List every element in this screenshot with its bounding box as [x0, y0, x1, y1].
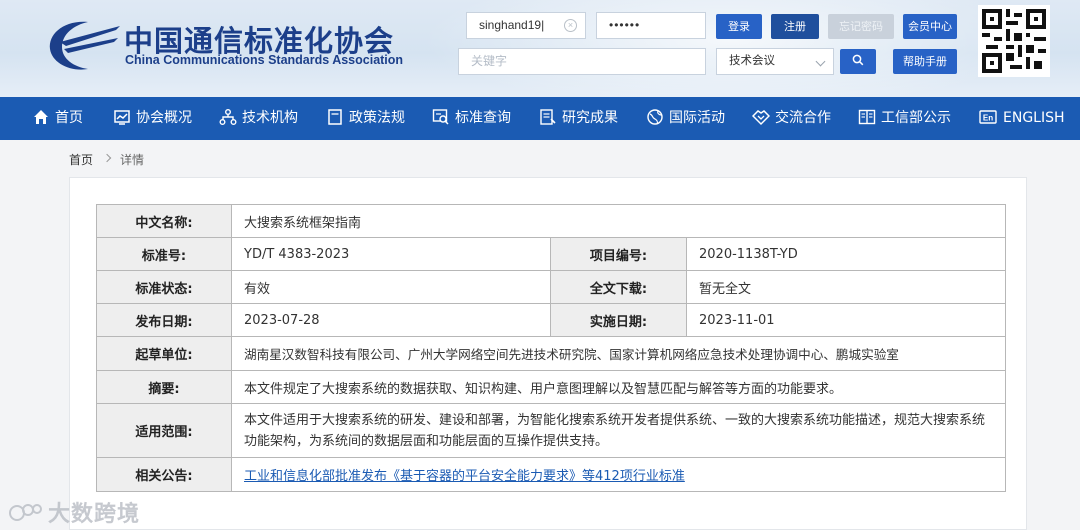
nav-label: 工信部公示: [881, 110, 951, 126]
nav-item-policy[interactable]: 政策法规: [326, 97, 405, 140]
search-button[interactable]: [840, 49, 876, 74]
nav-item-english[interactable]: En ENGLISH: [978, 97, 1065, 140]
watermark-text: 大数跨境: [48, 502, 141, 527]
member-center-button[interactable]: 会员中心: [903, 14, 957, 39]
std-no-value: YD/T 4383-2023: [231, 237, 551, 271]
scope-label: 适用范围:: [96, 403, 232, 458]
implement-date-value: 2023-11-01: [685, 303, 1007, 337]
book-icon: [858, 109, 876, 125]
abstract-value: 本文件规定了大搜索系统的数据获取、知识构建、用户意图理解以及智慧匹配与解答等方面…: [230, 370, 1007, 404]
research-icon: [540, 109, 556, 125]
breadcrumb-current: 详情: [120, 153, 145, 167]
main-nav: 首页 协会概况 技术机构 政策法规 标准查询 研究成果 国际活动 交流合作 工信…: [0, 97, 1080, 140]
table-row: 起草单位: 湖南星汉数智科技有限公司、广州大学网络空间先进技术研究院、国家计算机…: [96, 336, 1007, 371]
publish-date-label: 发布日期:: [96, 303, 232, 337]
search-doc-icon: [432, 109, 449, 125]
category-select[interactable]: 技术会议: [716, 48, 834, 75]
implement-date-label: 实施日期:: [550, 303, 687, 337]
chart-icon: [114, 110, 130, 125]
scope-value: 本文件适用于大搜索系统的研发、建设和部署，为智能化搜索系统开发者提供系统、一致的…: [230, 403, 1007, 458]
breadcrumb-separator-icon: [102, 153, 112, 163]
nav-label: 交流合作: [775, 110, 831, 126]
project-no-value: 2020-1138T-YD: [685, 237, 1007, 271]
name-value: 大搜索系统框架指南: [230, 204, 1007, 238]
home-icon: [34, 110, 48, 124]
nav-label: ENGLISH: [1003, 110, 1065, 126]
download-label: 全文下载:: [550, 270, 687, 304]
en-icon: En: [979, 110, 997, 124]
ccsa-logo-icon: [49, 21, 120, 70]
password-input[interactable]: ••••••: [596, 12, 706, 39]
abstract-label: 摘要:: [96, 370, 232, 404]
table-row: 发布日期: 2023-07-28 实施日期: 2023-11-01: [96, 303, 1007, 337]
site-logo[interactable]: 中国通信标准化协会 China Communications Standards…: [44, 14, 403, 76]
nav-item-international[interactable]: 国际活动: [646, 97, 725, 140]
nav-label: 研究成果: [562, 110, 618, 126]
name-label: 中文名称:: [96, 204, 232, 238]
table-row: 中文名称: 大搜索系统框架指南: [96, 204, 1007, 238]
status-value: 有效: [231, 270, 551, 304]
globe-icon: [647, 109, 663, 125]
table-row: 标准状态: 有效 全文下载: 暂无全文: [96, 270, 1007, 304]
site-name-en: China Communications Standards Associati…: [125, 53, 404, 67]
nav-label: 国际活动: [669, 110, 725, 126]
watermark-logo-icon: [9, 504, 42, 521]
site-header: 中国通信标准化协会 China Communications Standards…: [0, 0, 1080, 97]
keyword-search-input[interactable]: 关键字: [458, 48, 706, 75]
notice-cell: 工业和信息化部批准发布《基于容器的平台安全能力要求》等412项行业标准: [230, 457, 1007, 492]
username-value: singhand19: [479, 18, 542, 32]
nav-item-standards[interactable]: 标准查询: [432, 97, 511, 140]
notice-label: 相关公告:: [96, 457, 232, 492]
register-button[interactable]: 注册: [771, 14, 819, 39]
nav-item-home[interactable]: 首页: [32, 97, 83, 140]
search-icon: [852, 54, 864, 66]
table-row: 摘要: 本文件规定了大搜索系统的数据获取、知识构建、用户意图理解以及智慧匹配与解…: [96, 370, 1007, 404]
std-no-label: 标准号:: [96, 237, 232, 271]
nav-label: 技术机构: [242, 110, 298, 126]
nav-item-about[interactable]: 协会概况: [113, 97, 192, 140]
username-input[interactable]: singhand19| ×: [466, 12, 586, 39]
nav-label: 标准查询: [455, 110, 511, 126]
doc-icon: [328, 109, 342, 125]
nav-item-miit[interactable]: 工信部公示: [858, 97, 951, 140]
drafter-label: 起草单位:: [96, 336, 232, 371]
clear-icon[interactable]: ×: [564, 19, 577, 32]
handshake-icon: [752, 110, 770, 126]
table-row: 相关公告: 工业和信息化部批准发布《基于容器的平台安全能力要求》等412项行业标…: [96, 457, 1007, 492]
publish-date-value: 2023-07-28: [231, 303, 551, 337]
nav-item-research[interactable]: 研究成果: [539, 97, 618, 140]
download-value: 暂无全文: [685, 270, 1007, 304]
org-icon: [219, 109, 237, 125]
table-row: 适用范围: 本文件适用于大搜索系统的研发、建设和部署，为智能化搜索系统开发者提供…: [96, 403, 1007, 458]
chevron-down-icon: [815, 56, 826, 67]
svg-text:En: En: [983, 114, 993, 123]
category-selected: 技术会议: [729, 55, 775, 67]
watermark: 大数跨境: [8, 496, 140, 528]
drafter-value: 湖南星汉数智科技有限公司、广州大学网络空间先进技术研究院、国家计算机网络应急技术…: [230, 336, 1007, 371]
nav-item-cooperation[interactable]: 交流合作: [752, 97, 831, 140]
project-no-label: 项目编号:: [550, 237, 687, 271]
nav-label: 协会概况: [136, 110, 192, 126]
status-label: 标准状态:: [96, 270, 232, 304]
nav-label: 首页: [55, 110, 83, 126]
standard-detail-table: 中文名称: 大搜索系统框架指南 标准号: YD/T 4383-2023 项目编号…: [96, 204, 1007, 492]
table-row: 标准号: YD/T 4383-2023 项目编号: 2020-1138T-YD: [96, 237, 1007, 271]
related-notice-link[interactable]: 工业和信息化部批准发布《基于容器的平台安全能力要求》等412项行业标准: [244, 469, 685, 484]
qr-code: [978, 5, 1050, 77]
nav-label: 政策法规: [349, 110, 405, 126]
nav-item-tech-org[interactable]: 技术机构: [219, 97, 298, 140]
login-button[interactable]: 登录: [716, 14, 762, 39]
forgot-password-button[interactable]: 忘记密码: [828, 14, 894, 39]
breadcrumb-home[interactable]: 首页: [69, 151, 93, 168]
help-manual-button[interactable]: 帮助手册: [893, 49, 957, 74]
